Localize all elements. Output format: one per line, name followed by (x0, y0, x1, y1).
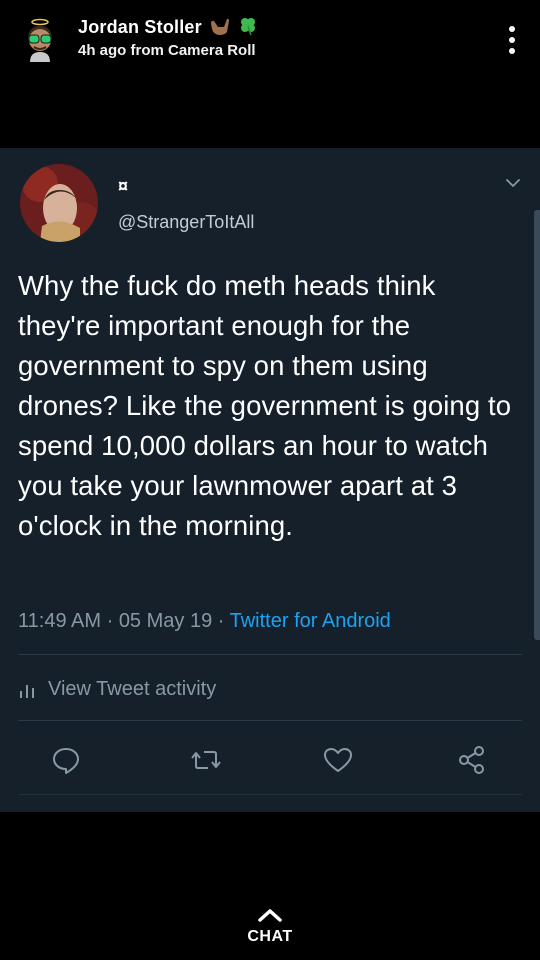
story-header: Jordan Stoller 4h ago from Camera Roll (0, 0, 540, 80)
view-tweet-activity-link[interactable]: View Tweet activity (18, 678, 216, 701)
tweet-time: 11:49 AM (18, 610, 102, 632)
bitmoji-avatar[interactable] (20, 18, 60, 62)
like-heart-icon[interactable] (322, 744, 354, 776)
chat-label: CHAT (247, 928, 293, 945)
chevron-down-icon[interactable] (504, 176, 522, 190)
four-leaf-clover-icon (241, 18, 256, 36)
profile-avatar[interactable] (20, 164, 98, 242)
tweet-handle[interactable]: @StrangerToItAll (118, 212, 254, 233)
scrollbar[interactable] (534, 210, 540, 640)
tweet-date: 05 May 19 (118, 610, 213, 632)
tweet-source-link[interactable]: Twitter for Android (230, 610, 391, 632)
story-username[interactable]: Jordan Stoller (78, 16, 258, 38)
meta-separator: · (217, 610, 230, 632)
chat-button[interactable]: CHAT (220, 908, 320, 954)
divider (18, 794, 522, 795)
tweet-text: Why the fuck do meth heads think they're… (18, 270, 512, 541)
story-subtitle: 4h ago from Camera Roll (78, 42, 256, 59)
divider (18, 654, 522, 655)
activity-label: View Tweet activity (48, 678, 217, 700)
call-me-hand-icon (211, 18, 230, 35)
tweet-meta: 11:49 AM · 05 May 19 · Twitter for Andro… (18, 610, 391, 633)
tweet-display-name[interactable]: ¤ (118, 176, 128, 197)
retweet-icon[interactable] (190, 744, 222, 776)
share-icon[interactable] (456, 744, 488, 776)
tweet-actions (0, 744, 540, 778)
more-vertical-icon[interactable] (504, 22, 520, 58)
bar-chart-icon (20, 684, 34, 698)
reply-icon[interactable] (50, 744, 82, 776)
chevron-up-icon (258, 909, 282, 922)
meta-separator: · (106, 610, 119, 632)
story-username-text: Jordan Stoller (78, 17, 202, 37)
tweet-card: ¤ @StrangerToItAll Why the fuck do meth … (0, 148, 540, 812)
divider (18, 720, 522, 721)
